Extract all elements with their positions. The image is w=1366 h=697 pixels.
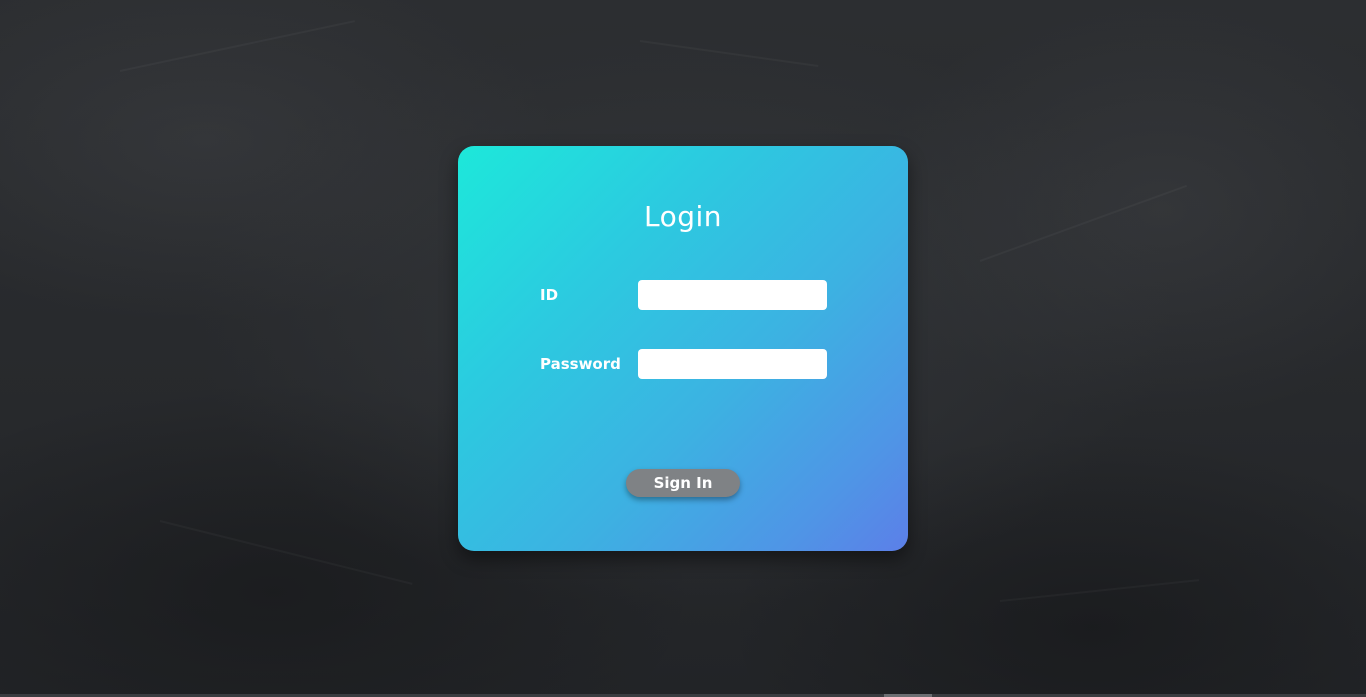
background-scratch: [640, 40, 819, 67]
password-input[interactable]: [638, 349, 827, 379]
id-input[interactable]: [638, 280, 827, 310]
background-scratch: [160, 520, 413, 585]
sign-in-button[interactable]: Sign In: [626, 469, 740, 497]
password-label: Password: [540, 355, 621, 373]
id-label: ID: [540, 286, 559, 304]
background-scratch: [120, 20, 355, 72]
login-title: Login: [643, 200, 723, 233]
background-scratch: [1000, 579, 1199, 602]
login-card: Login ID Password Sign In: [458, 146, 908, 551]
background-scratch: [980, 185, 1187, 262]
